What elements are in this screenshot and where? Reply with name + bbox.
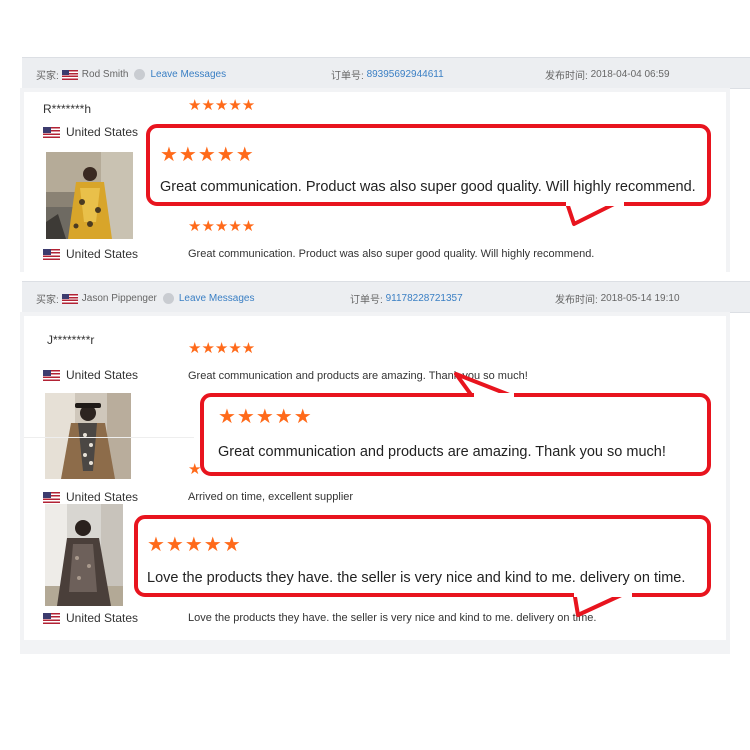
country-label: United States <box>66 611 139 625</box>
star-rating: ★★★★★ <box>188 97 256 114</box>
order-header-1: 买家: Rod Smith Leave Messages 订单号: 893956… <box>22 57 750 89</box>
buyer-info: 买家: Rod Smith Leave Messages <box>36 67 226 82</box>
order-header-2: 买家: Jason Pippenger Leave Messages 订单号: … <box>22 281 750 313</box>
publish-time-info: 发布时间: 2018-05-14 19:10 <box>555 291 680 306</box>
leave-messages-link[interactable]: Leave Messages <box>179 293 255 304</box>
publish-time-label: 发布时间: <box>555 295 598 306</box>
leave-messages-link[interactable]: Leave Messages <box>150 69 226 80</box>
buyer-name: Jason Pippenger <box>81 293 157 304</box>
review-text: Love the products they have. the seller … <box>188 612 597 624</box>
buyer-label: 买家: <box>36 71 59 82</box>
us-flag-icon <box>43 248 60 260</box>
us-flag-icon <box>43 126 60 138</box>
order-number-link[interactable]: 89395692944611 <box>367 69 444 80</box>
country-label: United States <box>66 247 139 261</box>
reviewer-country: United States <box>43 125 138 139</box>
review-callout-3: ★★★★★ Love the products they have. the s… <box>134 515 711 597</box>
order-number-info: 订单号: 91178228721357 <box>350 291 463 306</box>
buyer-label: 买家: <box>36 295 59 306</box>
reviewer-country: United States <box>43 611 138 625</box>
country-label: United States <box>66 490 139 504</box>
callout-review-text: Great communication. Product was also su… <box>160 179 696 195</box>
publish-time-value: 2018-05-14 19:10 <box>600 293 680 304</box>
order-number-label: 订单号: <box>331 71 364 82</box>
publish-time-info: 发布时间: 2018-04-04 06:59 <box>545 67 670 82</box>
product-photo-image <box>45 393 131 479</box>
reviewer-country: United States <box>43 368 138 382</box>
product-photo[interactable] <box>45 504 123 606</box>
us-flag-icon <box>43 612 60 624</box>
order-number-label: 订单号: <box>350 295 383 306</box>
review-callout-1: ★★★★★ Great communication. Product was a… <box>146 124 711 206</box>
review-text: Arrived on time, excellent supplier <box>188 491 354 503</box>
reviewer-country: United States <box>43 490 138 504</box>
product-photo-image <box>45 504 123 606</box>
us-flag-icon <box>43 491 60 503</box>
reviewer-masked-name: J********r <box>47 333 95 347</box>
review-divider <box>24 437 194 438</box>
publish-time-value: 2018-04-04 06:59 <box>590 69 670 80</box>
publish-time-label: 发布时间: <box>545 71 588 82</box>
us-flag-icon <box>61 293 78 304</box>
callout-tail-joint <box>574 591 632 597</box>
country-label: United States <box>66 368 139 382</box>
reviewer-masked-name: R*******h <box>43 102 92 116</box>
star-rating: ★★★★★ <box>188 340 256 357</box>
country-label: United States <box>66 125 139 139</box>
message-icon[interactable] <box>134 69 146 80</box>
callout-review-text: Love the products they have. the seller … <box>147 570 686 586</box>
order-number-info: 订单号: 89395692944611 <box>331 67 444 82</box>
callout-review-text: Great communication and products are ama… <box>218 444 666 460</box>
callout-star-rating: ★★★★★ <box>160 144 255 166</box>
us-flag-icon <box>61 69 78 80</box>
star-rating: ★★★★★ <box>188 218 256 235</box>
callout-star-rating: ★★★★★ <box>218 406 313 428</box>
callout-star-rating: ★★★★★ <box>147 534 242 556</box>
order-number-link[interactable]: 91178228721357 <box>386 293 463 304</box>
product-photo[interactable] <box>45 393 131 479</box>
review-text: Great communication. Product was also su… <box>188 248 595 260</box>
buyer-info: 买家: Jason Pippenger Leave Messages <box>36 291 254 306</box>
product-photo-image <box>46 152 133 239</box>
buyer-name: Rod Smith <box>81 69 129 80</box>
message-icon[interactable] <box>162 293 174 304</box>
reviewer-country: United States <box>43 247 138 261</box>
callout-tail-joint <box>474 393 514 399</box>
us-flag-icon <box>43 369 60 381</box>
product-photo[interactable] <box>46 152 133 239</box>
callout-tail-joint <box>566 200 624 206</box>
review-callout-2: ★★★★★ Great communication and products a… <box>200 393 711 476</box>
